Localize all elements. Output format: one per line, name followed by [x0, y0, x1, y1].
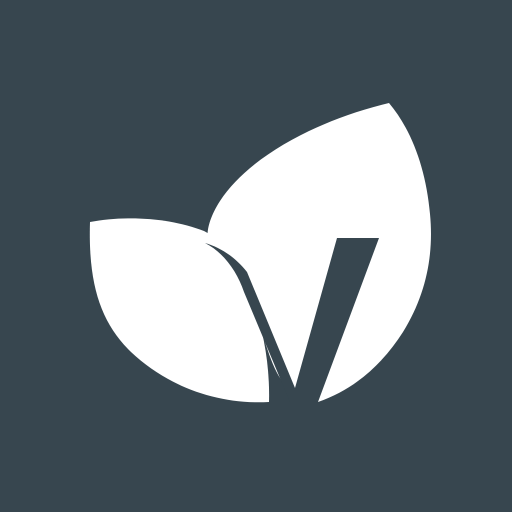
app-icon-background [0, 0, 512, 512]
leaf-v-logo-icon [89, 103, 431, 403]
